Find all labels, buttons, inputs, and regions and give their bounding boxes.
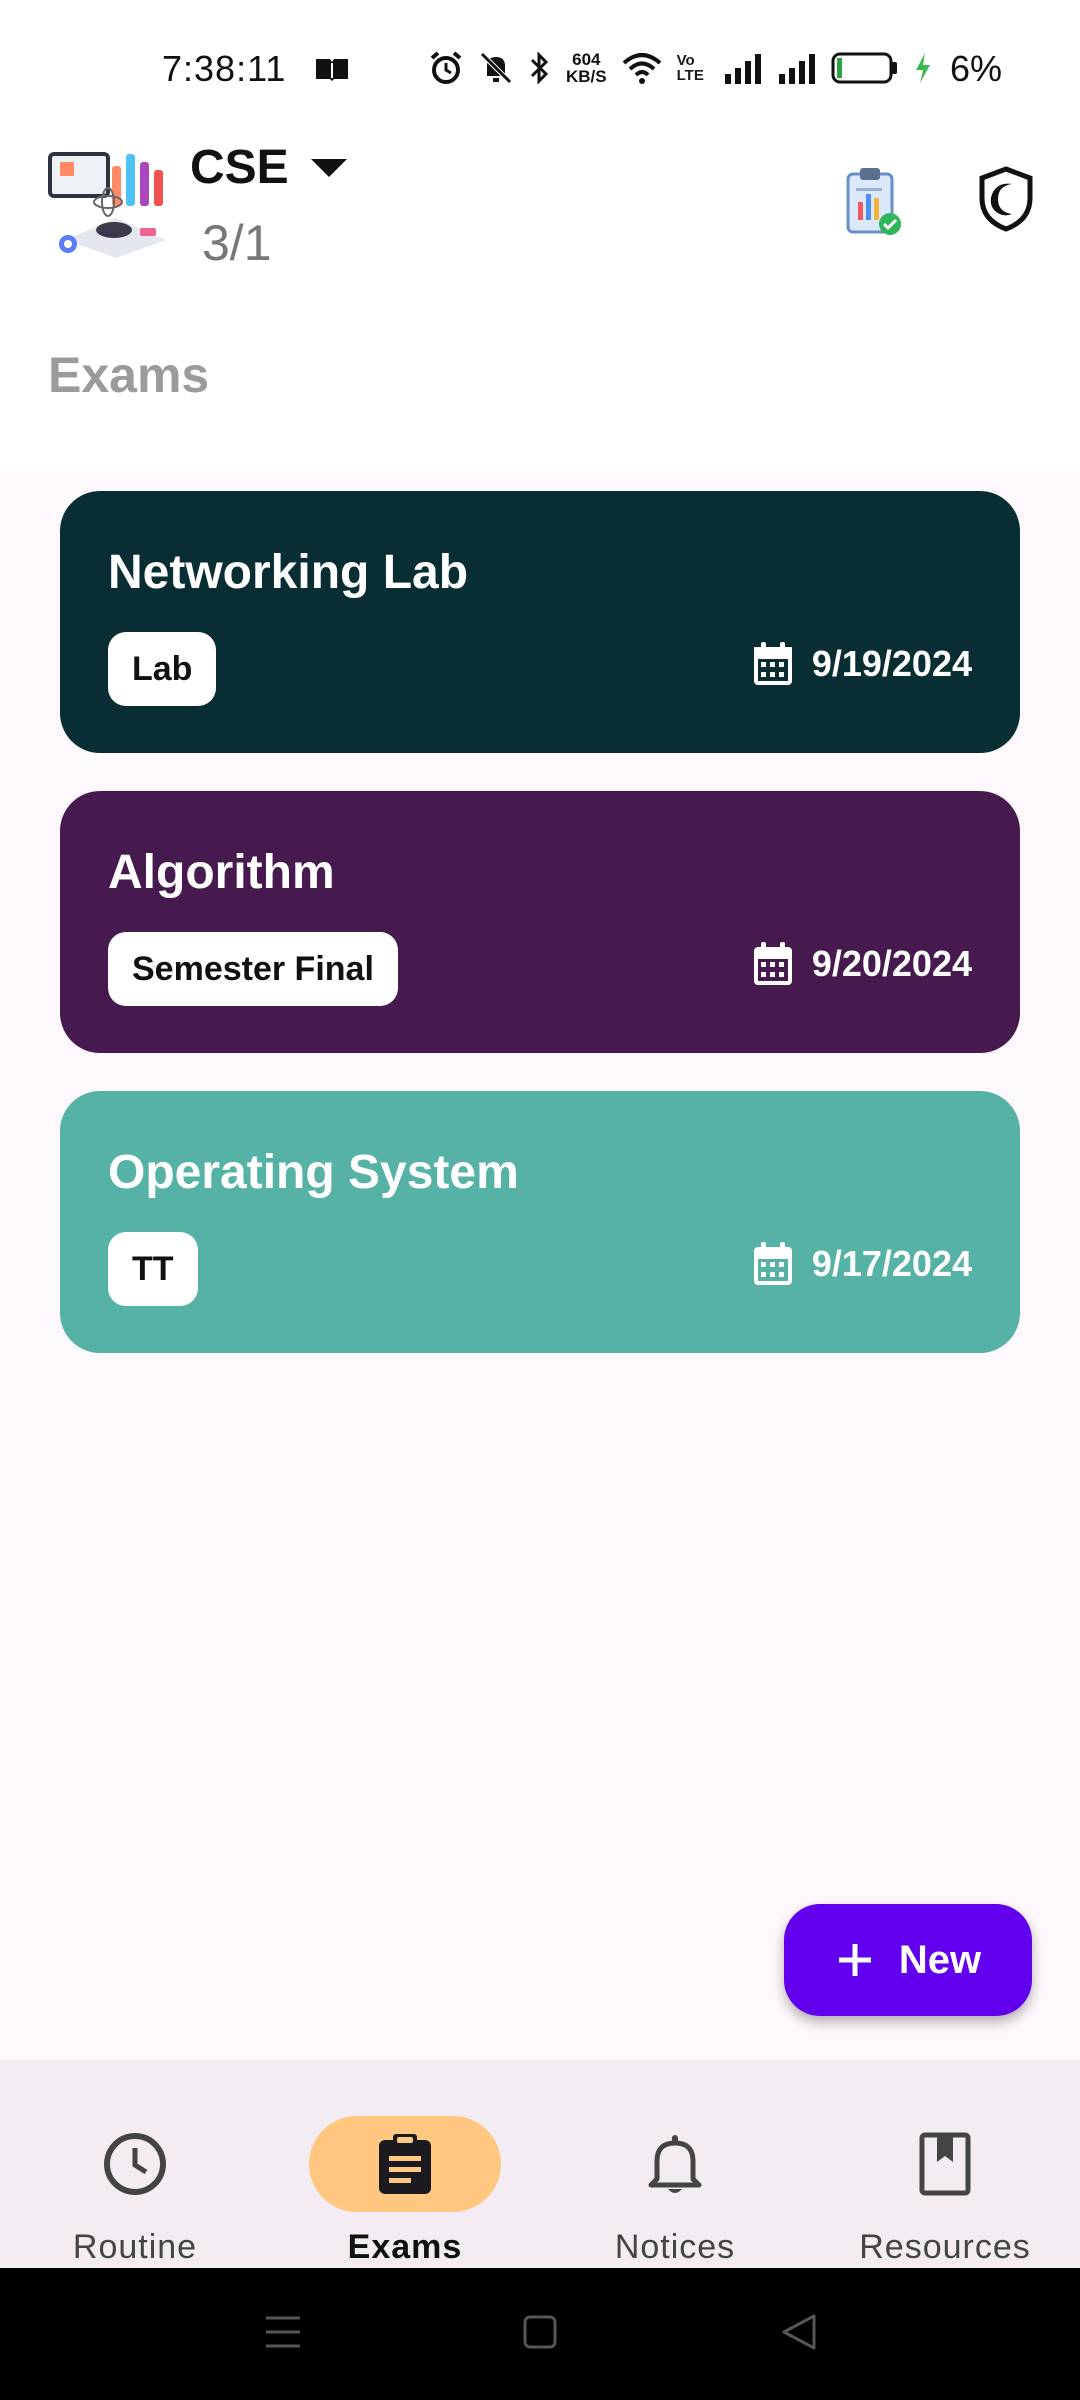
nav-pill-active — [309, 2116, 501, 2212]
new-button-label: New — [898, 1937, 982, 1982]
home-icon[interactable] — [522, 2314, 558, 2350]
status-icons: 604 KB/S Vo LTE — [428, 50, 933, 86]
bluetooth-icon — [530, 51, 549, 85]
exam-card[interactable]: Algorithm Semester Final 9/20/2024 — [60, 791, 1020, 1053]
exam-card[interactable]: Operating System TT 9/17/2024 — [60, 1091, 1020, 1353]
calendar-icon — [753, 642, 792, 685]
nav-label: Exams — [347, 2228, 463, 2266]
app-logo — [48, 152, 166, 258]
semester-label: 3/1 — [202, 215, 272, 271]
app-header: CSE 3/1 — [0, 140, 1080, 300]
status-bar: 7:38:11 604 KB/S Vo LTE 6% — [0, 0, 1080, 140]
exam-type-tag: Lab — [108, 632, 217, 706]
battery-percent: 6% — [950, 48, 1003, 89]
volte-label: Vo LTE — [676, 52, 704, 84]
nav-pill — [39, 2116, 231, 2212]
nav-item-notices[interactable]: Notices — [540, 2088, 810, 2266]
bell-icon — [648, 2135, 702, 2193]
department-selector[interactable]: CSE — [190, 140, 347, 195]
exam-date-text: 9/17/2024 — [811, 1243, 972, 1284]
nav-label: Notices — [614, 2228, 736, 2266]
system-navigation-bar — [0, 2268, 1080, 2400]
signal-icon-1 — [724, 54, 761, 84]
department-name: CSE — [190, 141, 289, 194]
exam-title: Networking Lab — [108, 546, 469, 599]
status-time: 7:38:11 — [162, 48, 287, 89]
menu-icon[interactable] — [264, 2314, 302, 2350]
nav-pill — [579, 2116, 771, 2212]
plus-icon — [838, 1944, 871, 1976]
exam-card[interactable]: Networking Lab Lab 9/19/2024 — [60, 491, 1020, 753]
exam-date-text: 9/20/2024 — [811, 943, 972, 984]
new-exam-button[interactable]: New — [784, 1904, 1032, 2016]
battery-icon — [831, 52, 897, 84]
wifi-icon — [622, 53, 661, 84]
net-speed: 604 KB/S — [566, 50, 607, 86]
exam-title: Algorithm — [108, 846, 335, 899]
nav-item-exams[interactable]: Exams — [270, 2088, 540, 2266]
exam-date-text: 9/19/2024 — [811, 643, 972, 684]
exam-date: 9/20/2024 — [752, 941, 972, 987]
clipboard-report-icon[interactable] — [842, 164, 906, 240]
caret-down-icon — [310, 158, 347, 177]
exam-date: 9/19/2024 — [752, 641, 972, 687]
nav-pill — [849, 2116, 1041, 2212]
mute-bell-icon — [480, 52, 512, 84]
bookmark-book-icon — [919, 2132, 971, 2196]
nav-item-routine[interactable]: Routine — [0, 2088, 270, 2266]
nav-label: Resources — [859, 2228, 1031, 2266]
clipboard-icon — [379, 2134, 431, 2194]
back-icon[interactable] — [780, 2312, 818, 2352]
shield-moon-icon[interactable] — [978, 166, 1034, 232]
calendar-icon — [753, 1242, 792, 1285]
nav-label: Routine — [72, 2228, 198, 2266]
exam-date: 9/17/2024 — [752, 1241, 972, 1287]
title-area: Exams — [0, 300, 1080, 472]
exam-type-tag: TT — [108, 1232, 198, 1306]
nav-item-resources[interactable]: Resources — [810, 2088, 1080, 2266]
page-title: Exams — [48, 347, 210, 403]
calendar-icon — [753, 942, 792, 985]
exam-title: Operating System — [108, 1146, 519, 1199]
clock-icon — [104, 2133, 166, 2195]
book-icon — [316, 59, 348, 81]
signal-icon-2 — [778, 54, 815, 84]
alarm-icon — [430, 51, 462, 84]
exam-type-tag: Semester Final — [108, 932, 398, 1006]
charging-bolt-icon — [915, 53, 930, 83]
bottom-navigation: Routine Exams Notices Resources — [0, 2060, 1080, 2268]
